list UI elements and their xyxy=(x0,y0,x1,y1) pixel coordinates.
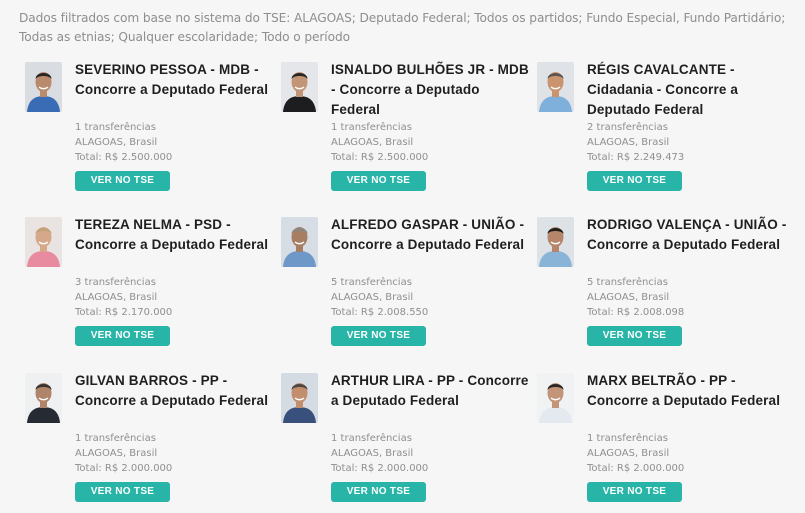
candidate-name: GILVAN BARROS - PP - Concorre a Deputado… xyxy=(75,373,269,408)
view-on-tse-button[interactable]: VER NO TSE xyxy=(331,171,426,191)
candidate-photo xyxy=(537,62,574,112)
candidate-name: ALFREDO GASPAR - UNIÃO - Concorre a Depu… xyxy=(331,217,525,252)
candidate-location: ALAGOAS, Brasil xyxy=(75,137,158,148)
candidate-total: Total: R$ 2.008.098 xyxy=(587,307,685,318)
candidate-photo xyxy=(25,217,62,267)
candidate-photo xyxy=(281,373,318,423)
candidate-name: ISNALDO BULHÕES JR - MDB - Concorre a De… xyxy=(331,62,529,117)
candidate-total: Total: R$ 2.000.000 xyxy=(587,463,685,474)
candidate-location: ALAGOAS, Brasil xyxy=(587,292,670,303)
candidate-location: ALAGOAS, Brasil xyxy=(75,292,158,303)
candidate-transfers: 5 transferências xyxy=(331,277,412,288)
candidate-transfers: 3 transferências xyxy=(75,277,156,288)
view-on-tse-button[interactable]: VER NO TSE xyxy=(75,326,170,346)
candidate-total: Total: R$ 2.000.000 xyxy=(331,463,429,474)
candidate-location: ALAGOAS, Brasil xyxy=(75,448,158,459)
candidate-transfers: 1 transferências xyxy=(587,433,668,444)
candidate-transfers: 1 transferências xyxy=(75,433,156,444)
candidate-transfers: 1 transferências xyxy=(331,433,412,444)
candidate-card: SEVERINO PESSOA - MDB - Concorre a Deput… xyxy=(25,62,270,202)
view-on-tse-button[interactable]: VER NO TSE xyxy=(331,482,426,502)
candidate-name: RÉGIS CAVALCANTE - Cidadania - Concorre … xyxy=(587,62,739,117)
candidate-name: SEVERINO PESSOA - MDB - Concorre a Deput… xyxy=(75,62,269,97)
candidate-card: TEREZA NELMA - PSD - Concorre a Deputado… xyxy=(25,217,270,357)
candidate-transfers: 2 transferências xyxy=(587,122,668,133)
candidate-card: ISNALDO BULHÕES JR - MDB - Concorre a De… xyxy=(281,62,529,202)
view-on-tse-button[interactable]: VER NO TSE xyxy=(75,482,170,502)
view-on-tse-button[interactable]: VER NO TSE xyxy=(331,326,426,346)
candidate-transfers: 5 transferências xyxy=(587,277,668,288)
candidate-card: GILVAN BARROS - PP - Concorre a Deputado… xyxy=(25,373,270,513)
candidate-total: Total: R$ 2.500.000 xyxy=(75,152,173,163)
view-on-tse-button[interactable]: VER NO TSE xyxy=(587,482,682,502)
view-on-tse-button[interactable]: VER NO TSE xyxy=(587,171,682,191)
candidate-name: ARTHUR LIRA - PP - Concorre a Deputado F… xyxy=(331,373,529,408)
candidate-total: Total: R$ 2.008.550 xyxy=(331,307,429,318)
candidate-name: MARX BELTRÃO - PP - Concorre a Deputado … xyxy=(587,373,781,408)
candidate-name: TEREZA NELMA - PSD - Concorre a Deputado… xyxy=(75,217,269,252)
candidate-card: ARTHUR LIRA - PP - Concorre a Deputado F… xyxy=(281,373,528,513)
candidate-photo xyxy=(281,217,318,267)
candidate-name: RODRIGO VALENÇA - UNIÃO - Concorre a Dep… xyxy=(587,217,787,252)
candidate-card: RÉGIS CAVALCANTE - Cidadania - Concorre … xyxy=(537,62,782,202)
candidate-photo xyxy=(281,62,318,112)
candidate-total: Total: R$ 2.500.000 xyxy=(331,152,429,163)
candidate-location: ALAGOAS, Brasil xyxy=(331,137,414,148)
candidate-transfers: 1 transferências xyxy=(75,122,156,133)
candidate-total: Total: R$ 2.000.000 xyxy=(75,463,173,474)
candidate-card: ALFREDO GASPAR - UNIÃO - Concorre a Depu… xyxy=(281,217,526,357)
candidate-card: RODRIGO VALENÇA - UNIÃO - Concorre a Dep… xyxy=(537,217,786,357)
candidate-grid: SEVERINO PESSOA - MDB - Concorre a Deput… xyxy=(0,0,805,506)
candidate-card: MARX BELTRÃO - PP - Concorre a Deputado … xyxy=(537,373,782,513)
candidate-photo xyxy=(537,373,574,423)
view-on-tse-button[interactable]: VER NO TSE xyxy=(587,326,682,346)
candidate-total: Total: R$ 2.249.473 xyxy=(587,152,685,163)
view-on-tse-button[interactable]: VER NO TSE xyxy=(75,171,170,191)
candidate-photo xyxy=(25,373,62,423)
candidate-photo xyxy=(25,62,62,112)
candidate-transfers: 1 transferências xyxy=(331,122,412,133)
candidate-total: Total: R$ 2.170.000 xyxy=(75,307,173,318)
candidate-location: ALAGOAS, Brasil xyxy=(331,448,414,459)
candidate-location: ALAGOAS, Brasil xyxy=(587,448,670,459)
candidate-photo xyxy=(537,217,574,267)
candidate-location: ALAGOAS, Brasil xyxy=(587,137,670,148)
candidate-location: ALAGOAS, Brasil xyxy=(331,292,414,303)
